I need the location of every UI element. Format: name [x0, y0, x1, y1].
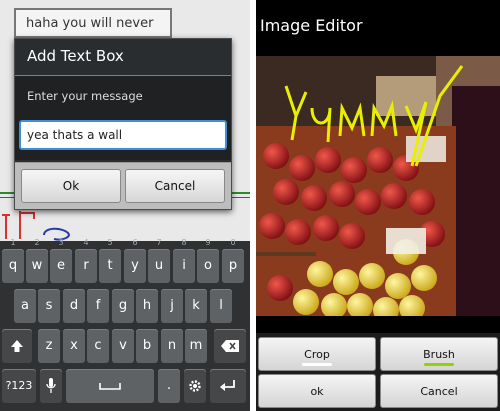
- voice-input-key[interactable]: [40, 369, 62, 403]
- key-k[interactable]: k: [185, 289, 207, 323]
- shift-key[interactable]: [2, 329, 32, 363]
- canvas-scribble: [2, 211, 70, 241]
- brush-indicator: [424, 363, 454, 366]
- key-e[interactable]: 3e: [50, 238, 72, 283]
- enter-key[interactable]: [210, 369, 246, 403]
- key-i[interactable]: 8i: [173, 238, 195, 283]
- key-n[interactable]: n: [161, 329, 183, 363]
- key-f[interactable]: f: [87, 289, 109, 323]
- key-p[interactable]: 0p: [222, 238, 244, 283]
- microphone-icon: [46, 378, 56, 393]
- dialog-title: Add Text Box: [15, 39, 231, 76]
- key-r[interactable]: 4r: [75, 238, 97, 283]
- space-icon: [99, 383, 121, 390]
- edited-photo[interactable]: [256, 56, 500, 316]
- key-t[interactable]: 5t: [99, 238, 121, 283]
- period-key[interactable]: .: [158, 369, 180, 403]
- key-s[interactable]: s: [38, 289, 60, 323]
- crop-indicator: [302, 363, 332, 366]
- backspace-icon: [221, 340, 239, 352]
- key-b[interactable]: b: [136, 329, 158, 363]
- enter-icon: [220, 380, 235, 391]
- ok-button[interactable]: Ok: [21, 169, 121, 203]
- key-j[interactable]: j: [161, 289, 183, 323]
- cancel-button[interactable]: Cancel: [380, 374, 498, 408]
- key-u[interactable]: 7u: [148, 238, 170, 283]
- dialog-message: Enter your message: [15, 76, 231, 116]
- key-z[interactable]: z: [38, 329, 60, 363]
- key-m[interactable]: m: [185, 329, 207, 363]
- canvas-text-box[interactable]: haha you will never: [14, 8, 172, 38]
- editor-controls: Crop Brush ok Cancel: [256, 333, 500, 411]
- key-y[interactable]: 6y: [124, 238, 146, 283]
- key-g[interactable]: g: [112, 289, 134, 323]
- key-h[interactable]: h: [136, 289, 158, 323]
- right-panel: Image Editor Crop Brush ok Cancel: [256, 0, 500, 411]
- space-key[interactable]: [66, 369, 154, 403]
- crop-button[interactable]: Crop: [258, 337, 376, 371]
- brush-button[interactable]: Brush: [380, 337, 498, 371]
- key-c[interactable]: c: [87, 329, 109, 363]
- left-panel: haha you will never Add Text Box Enter y…: [0, 0, 250, 411]
- key-w[interactable]: 2w: [26, 238, 48, 283]
- delete-key[interactable]: [214, 329, 246, 363]
- key-d[interactable]: d: [63, 289, 85, 323]
- add-text-dialog: Add Text Box Enter your message Ok Cance…: [14, 38, 232, 210]
- settings-key[interactable]: [184, 369, 206, 403]
- soft-keyboard: 1q 2w 3e 4r 5t 6y 7u 8i 9o 0p a s d f g …: [0, 238, 250, 411]
- dialog-input-container: [15, 116, 231, 160]
- message-input[interactable]: [19, 120, 227, 150]
- key-o[interactable]: 9o: [197, 238, 219, 283]
- app-title: Image Editor: [256, 0, 500, 52]
- apples-photo-image: [256, 56, 500, 316]
- key-a[interactable]: a: [14, 289, 36, 323]
- gear-icon: [189, 380, 201, 392]
- key-x[interactable]: x: [63, 329, 85, 363]
- ok-button[interactable]: ok: [258, 374, 376, 408]
- key-q[interactable]: 1q: [2, 238, 24, 283]
- symbols-key[interactable]: ?123: [2, 369, 36, 403]
- cancel-button[interactable]: Cancel: [125, 169, 225, 203]
- key-v[interactable]: v: [112, 329, 134, 363]
- key-l[interactable]: l: [210, 289, 232, 323]
- dialog-button-bar: Ok Cancel: [15, 162, 231, 209]
- shift-icon: [11, 340, 23, 352]
